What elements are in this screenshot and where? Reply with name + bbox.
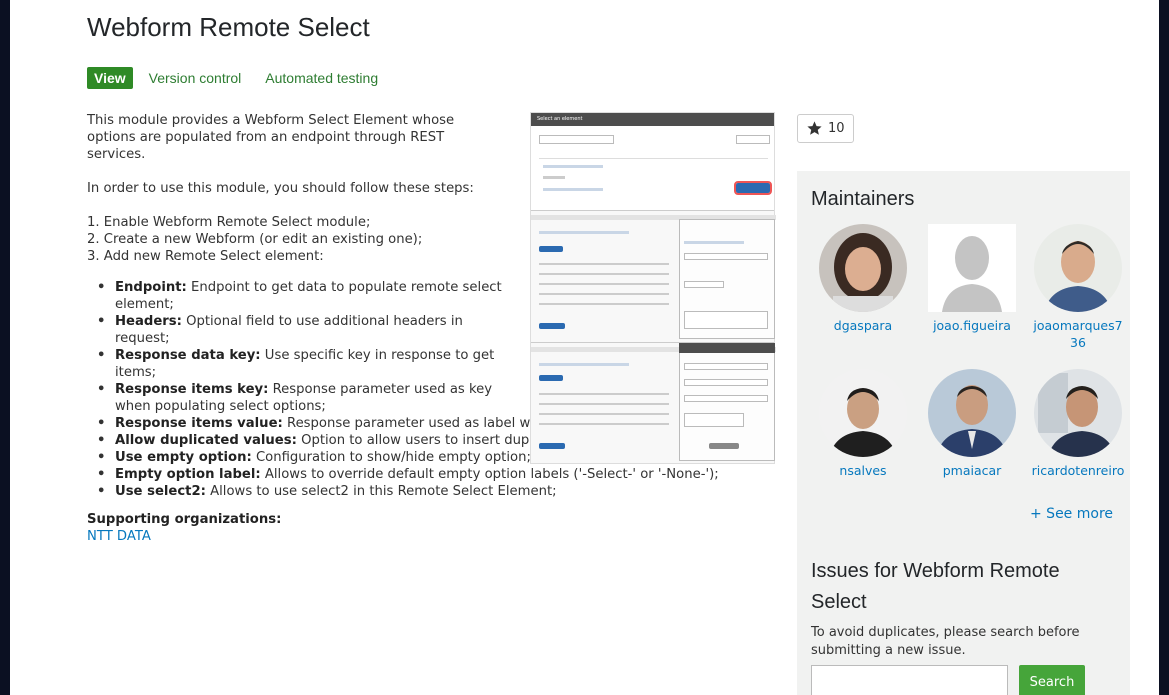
step-item: 1. Enable Webform Remote Select module; bbox=[87, 215, 371, 230]
param-key: Endpoint: bbox=[115, 280, 187, 295]
screenshot-dialog-bar: Select an element bbox=[531, 113, 774, 126]
star-button[interactable]: 10 bbox=[797, 114, 854, 143]
param-text: Configuration to show/hide empty option; bbox=[255, 450, 531, 465]
maintainer-name: dgaspara bbox=[833, 318, 893, 333]
issues-text: To avoid duplicates, please search befor… bbox=[811, 625, 1080, 658]
step-item: 2. Create a new Webform (or edit an exis… bbox=[87, 232, 423, 247]
maintainer-name: pmaiacar bbox=[942, 463, 1002, 478]
maintainer-name: joaomarques736 bbox=[1033, 318, 1123, 350]
screenshot-panel-dialog: Select an element bbox=[531, 113, 774, 211]
param-item: Response data key: Use specific key in r… bbox=[97, 347, 520, 381]
step-item: 3. Add new Remote Select element: bbox=[87, 249, 324, 264]
supporting-orgs: Supporting organizations: NTT DATA bbox=[87, 511, 777, 545]
org-link[interactable]: NTT DATA bbox=[87, 528, 777, 545]
param-item: Response items key: Response parameter u… bbox=[97, 381, 520, 415]
project-page: Webform Remote Select View Version contr… bbox=[10, 0, 1159, 695]
maintainer-name: nsalves bbox=[839, 463, 887, 478]
page-title: Webform Remote Select bbox=[87, 12, 370, 42]
see-more-link[interactable]: + See more bbox=[1030, 506, 1113, 522]
param-key: Use empty option: bbox=[115, 450, 252, 465]
avatar bbox=[819, 369, 907, 457]
steps-list: 1. Enable Webform Remote Select module; … bbox=[87, 214, 497, 265]
issue-search-input[interactable] bbox=[811, 665, 1008, 695]
sidebar: Maintainers dgaspara joao.figueira joaom… bbox=[797, 171, 1130, 695]
issues-title: Issues for Webform Remote Select bbox=[811, 560, 1060, 613]
maintainer-card[interactable]: joao.figueira bbox=[922, 224, 1022, 334]
maintainer-card[interactable]: ricardotenreiro bbox=[1031, 369, 1125, 479]
tab-automated-testing[interactable]: Automated testing bbox=[265, 70, 378, 86]
tab-version-control[interactable]: Version control bbox=[149, 70, 242, 86]
star-count: 10 bbox=[828, 121, 845, 136]
avatar bbox=[1034, 369, 1122, 457]
param-text: Allows to use select2 in this Remote Sel… bbox=[210, 484, 557, 499]
avatar bbox=[1034, 224, 1122, 312]
maintainer-name: joao.figueira bbox=[933, 318, 1011, 333]
avatar bbox=[819, 224, 907, 312]
param-key: Response items value: bbox=[115, 416, 283, 431]
maintainer-card[interactable]: joaomarques736 bbox=[1031, 224, 1125, 351]
project-screenshot[interactable]: Select an element bbox=[530, 112, 776, 464]
param-key: Allow duplicated values: bbox=[115, 433, 297, 448]
param-text: Allows to override default empty option … bbox=[264, 467, 719, 482]
avatar bbox=[928, 369, 1016, 457]
param-key: Response items key: bbox=[115, 382, 269, 397]
maintainer-card[interactable]: pmaiacar bbox=[922, 369, 1022, 479]
param-item: Empty option label: Allows to override d… bbox=[97, 466, 770, 483]
param-item: Headers: Optional field to use additiona… bbox=[97, 313, 520, 347]
tab-view[interactable]: View bbox=[87, 67, 133, 89]
star-icon bbox=[807, 121, 822, 135]
project-tabs: View Version control Automated testing bbox=[87, 67, 402, 89]
description-text: This module provides a Webform Select El… bbox=[87, 113, 455, 162]
screenshot-panel-table bbox=[531, 211, 776, 343]
maintainer-name: ricardotenreiro bbox=[1031, 463, 1125, 478]
param-item: Use select2: Allows to use select2 in th… bbox=[97, 483, 770, 500]
maintainer-card[interactable]: nsalves bbox=[813, 369, 913, 479]
avatar bbox=[928, 224, 1016, 312]
intro-text: In order to use this module, you should … bbox=[87, 181, 474, 196]
search-button[interactable]: Search bbox=[1019, 665, 1085, 695]
param-key: Use select2: bbox=[115, 484, 206, 499]
param-key: Headers: bbox=[115, 314, 182, 329]
maintainer-card[interactable]: dgaspara bbox=[813, 224, 913, 334]
screenshot-panel-form bbox=[531, 343, 776, 463]
maintainers-title: Maintainers bbox=[811, 188, 915, 210]
param-item: Endpoint: Endpoint to get data to popula… bbox=[97, 279, 520, 313]
orgs-heading: Supporting organizations: bbox=[87, 512, 282, 527]
param-key: Empty option label: bbox=[115, 467, 261, 482]
param-key: Response data key: bbox=[115, 348, 261, 363]
